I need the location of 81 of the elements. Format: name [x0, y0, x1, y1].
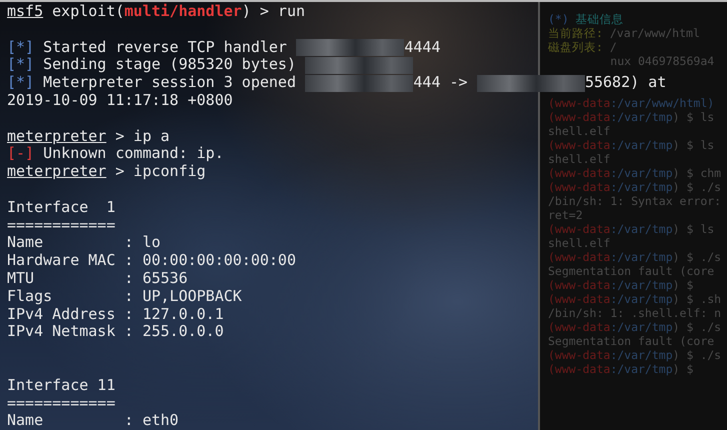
- status-marker: [*]: [7, 55, 34, 74]
- output-text: IPv4 Netmask : 255.0.0.0: [7, 322, 224, 340]
- output-text: Segmentation fault (core: [548, 334, 714, 348]
- user-name: (www-data: [548, 180, 610, 194]
- output-text: > ip a: [114, 126, 170, 145]
- output-text: ) $ ./s: [672, 348, 722, 362]
- output-text: ) > run: [242, 2, 306, 20]
- output-text: shell.elf: [548, 124, 610, 138]
- output-text: Sending stage (985320 bytes): [42, 55, 297, 74]
- path-text: :/var/tmp: [610, 166, 673, 180]
- path-text: :/var/tmp: [610, 180, 673, 194]
- user-name: (www-data: [548, 320, 610, 334]
- prompt-text: msf5: [7, 2, 44, 20]
- status-marker: [*]: [7, 73, 34, 92]
- prompt-text: meterpreter: [7, 162, 106, 180]
- output-text: /bin/sh: 1: .shell.elf: n: [548, 306, 722, 320]
- output-text: /: [608, 40, 617, 54]
- user-name: (www-data: [548, 250, 610, 264]
- status-marker: [*]: [7, 38, 34, 56]
- path-text: :/var/tmp: [610, 278, 673, 292]
- path-text: :/var/tmp: [610, 320, 673, 334]
- output-text: ) $ .sh: [672, 292, 722, 306]
- output-text: IPv4 Address : 127.0.0.1: [7, 304, 224, 323]
- section-heading: 基础信息: [574, 12, 624, 26]
- output-text: ) $: [672, 362, 694, 376]
- output-text: ret=2: [548, 208, 583, 222]
- output-text: ) $ ./s: [672, 250, 722, 264]
- path-text: :/var/tmp: [610, 138, 673, 152]
- output-text: 2019-10-09 11:17:18 +0800: [7, 90, 233, 109]
- module-name: multi/handler: [124, 2, 242, 20]
- path-text: :/var/tmp: [610, 250, 673, 264]
- user-name: (www-data: [548, 348, 610, 362]
- output-text: > ipconfig: [114, 162, 206, 180]
- path-text: :/var/tmp: [610, 348, 673, 362]
- output-text: ) $ chm: [672, 166, 722, 180]
- output-text: Name : lo: [7, 233, 161, 252]
- output-text: Unknown command: ip.: [43, 144, 224, 162]
- user-name: (www-data: [548, 278, 610, 292]
- user-name: (www-data: [548, 110, 610, 124]
- output-text: ) $ ./s: [672, 180, 722, 194]
- output-text: ============: [7, 394, 116, 412]
- output-text: ============: [7, 216, 116, 234]
- prompt-text: meterpreter: [7, 126, 106, 145]
- output-text: exploit(: [51, 2, 124, 20]
- field-label: 磁盘列表:: [548, 40, 603, 54]
- output-text: Meterpreter session 3 opened: [42, 73, 297, 92]
- path-text: :/var/tmp: [610, 110, 673, 124]
- output-text: Name : eth0: [7, 411, 179, 430]
- status-marker: (*): [548, 12, 569, 26]
- output-text: /var/www/html: [608, 26, 700, 40]
- path-text: :/var/tmp: [610, 362, 673, 376]
- output-text: 444 ->: [413, 73, 469, 92]
- path-text: :/var/tmp: [610, 222, 673, 236]
- output-text: shell.elf: [548, 236, 610, 250]
- output-text: nux 046978569a4: [609, 54, 714, 68]
- output-text: Interface 11: [7, 376, 116, 394]
- output-text: ) $ ./s: [672, 320, 722, 334]
- user-name: (www-data: [548, 362, 610, 376]
- output-text: ) $: [672, 278, 694, 292]
- error-marker: [-]: [7, 144, 34, 162]
- output-text: ) $ ls: [672, 222, 714, 236]
- user-name: (www-data: [548, 138, 610, 152]
- user-name: (www-data: [548, 222, 610, 236]
- output-text: Segmentation fault (core: [548, 264, 714, 278]
- output-text: Interface 1: [7, 198, 116, 216]
- path-text: :/var/www/html): [610, 96, 714, 110]
- user-name: (www-data: [548, 166, 610, 180]
- output-text: MTU : 65536: [7, 268, 188, 287]
- field-label: 当前路径:: [548, 26, 603, 40]
- output-text: Started reverse TCP handler: [42, 38, 288, 56]
- output-text: 55682) at: [584, 73, 666, 92]
- output-text: shell.elf: [548, 152, 610, 166]
- path-text: :/var/tmp: [610, 292, 673, 306]
- output-text: ) $ ls: [672, 110, 714, 124]
- user-name: (www-data: [548, 96, 610, 110]
- output-text: 4444: [404, 38, 440, 56]
- output-text: ) $ ls: [672, 138, 714, 152]
- output-text: Hardware MAC : 00:00:00:00:00:00: [7, 251, 296, 270]
- output-text: /bin/sh: 1: Syntax error:: [548, 194, 722, 208]
- user-name: (www-data: [548, 292, 610, 306]
- output-text: Flags : UP,LOOPBACK: [7, 286, 242, 305]
